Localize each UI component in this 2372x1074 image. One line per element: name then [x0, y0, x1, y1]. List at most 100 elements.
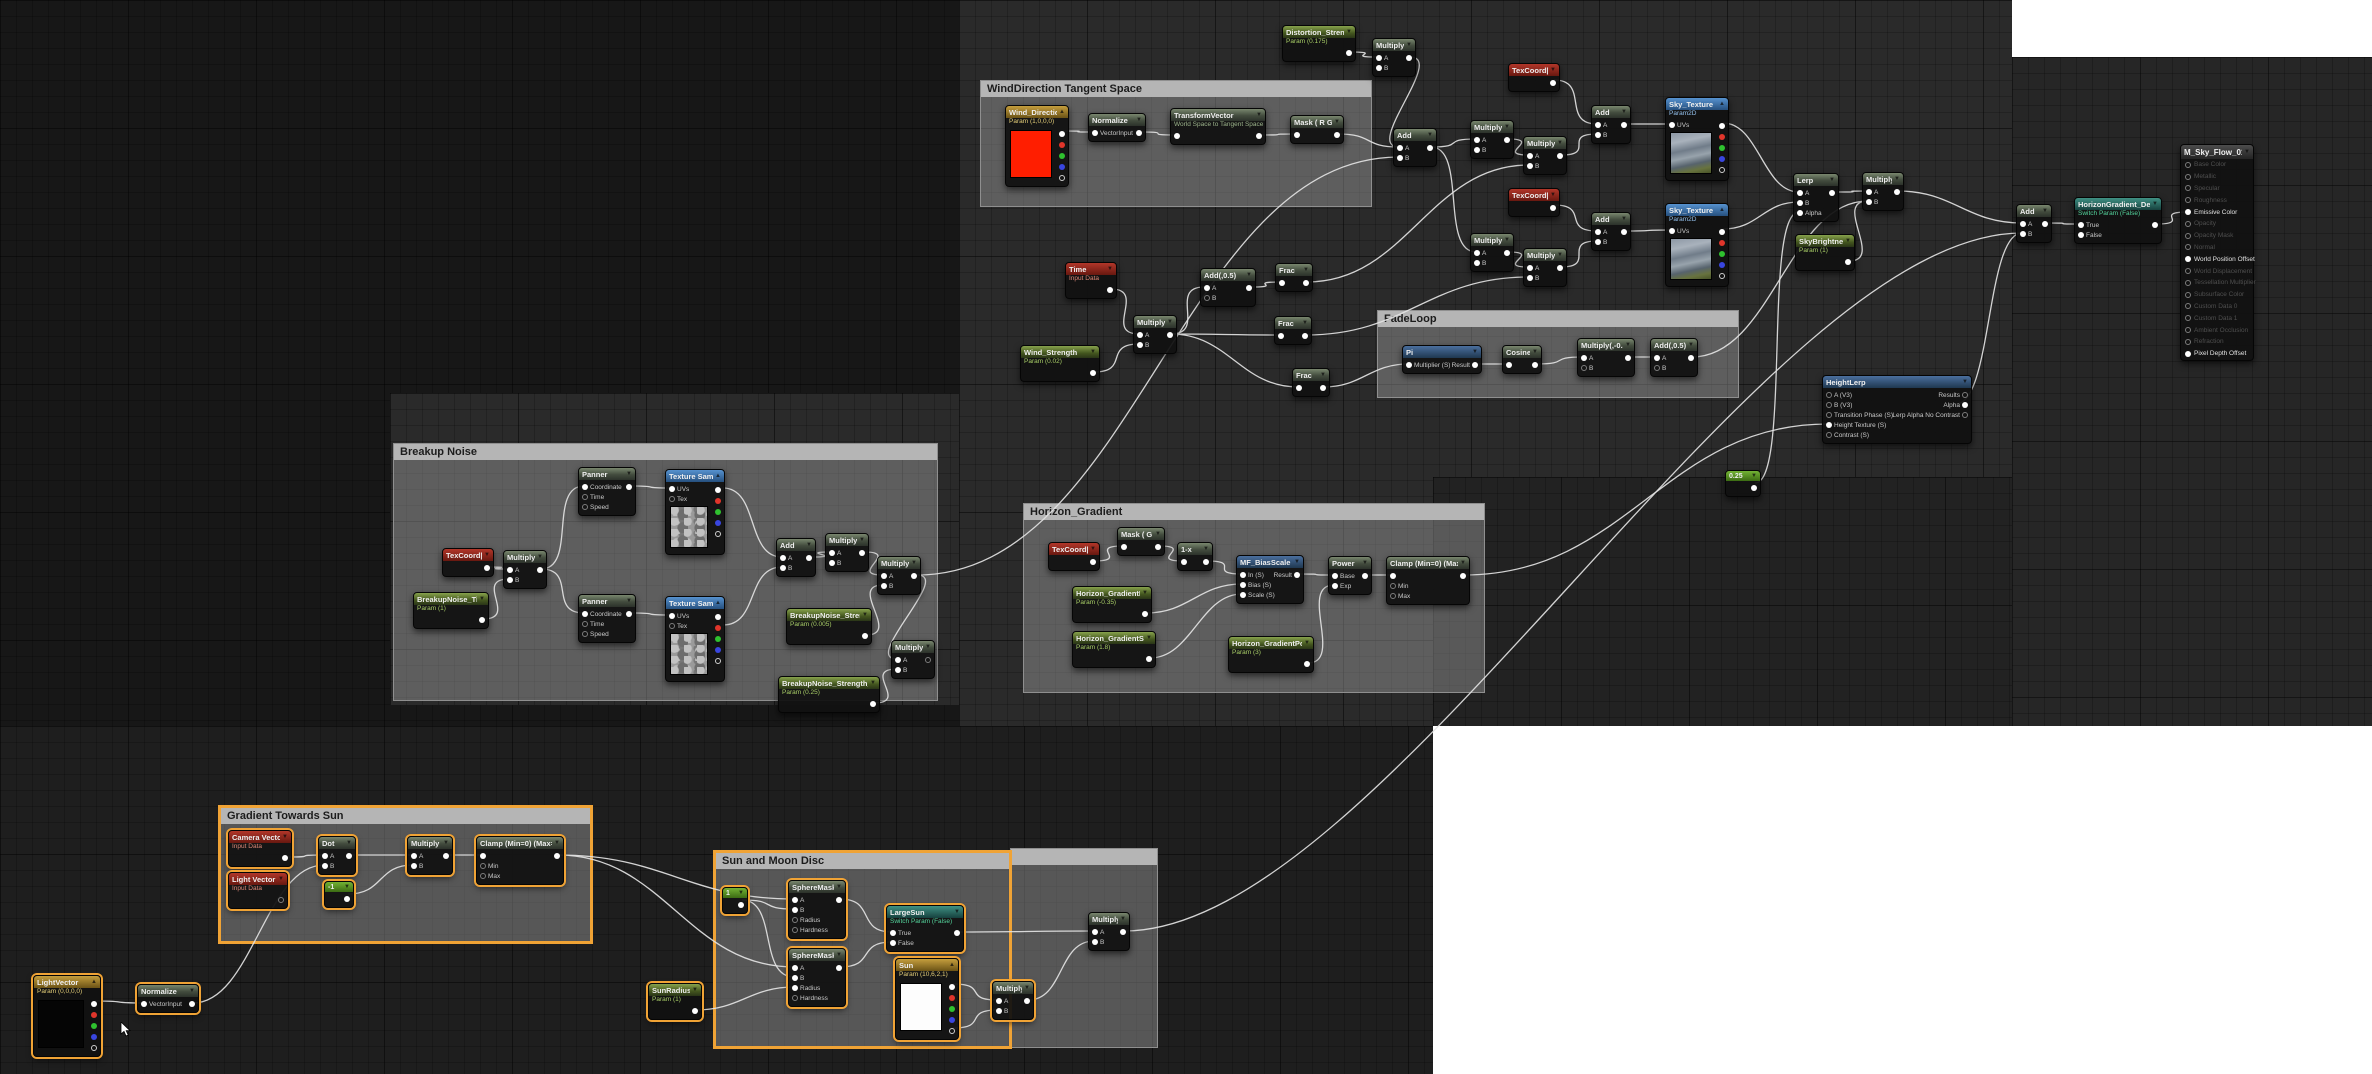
output-pin[interactable]: [836, 897, 842, 903]
node-multiply[interactable]: Multiply▼AB: [1470, 120, 1514, 159]
output-pin[interactable]: [91, 1001, 97, 1007]
input-pin[interactable]: [1474, 147, 1480, 153]
output-pin[interactable]: [715, 636, 721, 642]
input-pin[interactable]: [895, 667, 901, 673]
output-pin[interactable]: [1719, 273, 1725, 279]
output-pin[interactable]: [954, 930, 960, 936]
input-pin[interactable]: [1527, 153, 1533, 159]
input-pin[interactable]: [669, 613, 675, 619]
node-multiply[interactable]: Multiply▼AB: [1523, 248, 1567, 287]
output-pin[interactable]: [1962, 402, 1968, 408]
input-pin[interactable]: [1595, 132, 1601, 138]
output-pin[interactable]: [1320, 385, 1326, 391]
input-pin[interactable]: [1826, 392, 1832, 398]
input-pin[interactable]: [1527, 163, 1533, 169]
output-pin[interactable]: [715, 498, 721, 504]
input-pin[interactable]: [480, 853, 486, 859]
node-frac[interactable]: Frac▼: [1292, 368, 1330, 397]
input-pin[interactable]: [1826, 422, 1832, 428]
node-horizon-gradientscale[interactable]: Horizon_GradientScale▼Param (1.8): [1072, 631, 1156, 668]
input-pin[interactable]: [1174, 133, 1180, 139]
node-m-sky-flow-01[interactable]: M_Sky_Flow_01▼Base ColorMetallicSpecular…: [2180, 144, 2254, 361]
input-pin[interactable]: [669, 486, 675, 492]
output-pin[interactable]: [949, 1017, 955, 1023]
input-pin[interactable]: [1240, 582, 1246, 588]
node-mask-g[interactable]: Mask ( G )▼: [1117, 527, 1165, 556]
output-pin[interactable]: [715, 520, 721, 526]
node-lerp[interactable]: Lerp▼ABAlpha: [1793, 173, 1839, 222]
input-pin[interactable]: [792, 927, 798, 933]
input-pin[interactable]: [1866, 199, 1872, 205]
output-pin[interactable]: [1059, 153, 1065, 159]
node-multiply[interactable]: Multiply▼AB: [1470, 233, 1514, 272]
output-pin[interactable]: [91, 1045, 97, 1051]
input-pin[interactable]: [792, 917, 798, 923]
node-0-25[interactable]: 0.25▼: [1725, 470, 1761, 497]
output-pin[interactable]: [1504, 137, 1510, 143]
node-multiply-0-5[interactable]: Multiply(,-0.5)▼AB: [1577, 338, 1635, 377]
output-pin[interactable]: [1719, 167, 1725, 173]
output-pin[interactable]: [626, 484, 632, 490]
input-pin[interactable]: [1204, 285, 1210, 291]
output-pin[interactable]: [1550, 205, 1556, 211]
input-pin[interactable]: [1204, 295, 1210, 301]
output-pin[interactable]: [1504, 250, 1510, 256]
node-horizon-gradientpower[interactable]: Horizon_GradientPower▼Param (3): [1228, 636, 1314, 673]
input-pin[interactable]: [792, 995, 798, 1001]
output-pin[interactable]: [1304, 661, 1310, 667]
node-largesun[interactable]: LargeSun▼Switch Param (False)TrueFalse: [886, 905, 964, 952]
node-multiply[interactable]: Multiply▼AB: [1372, 38, 1416, 77]
input-pin[interactable]: [1595, 122, 1601, 128]
node-dot[interactable]: Dot▼AB: [318, 836, 356, 875]
output-pin[interactable]: [484, 565, 490, 571]
output-pin[interactable]: [91, 1034, 97, 1040]
input-pin[interactable]: [1390, 593, 1396, 599]
input-pin[interactable]: [1376, 55, 1382, 61]
input-pin[interactable]: [780, 565, 786, 571]
input-pin[interactable]: [411, 863, 417, 869]
node-clamp-min-0-max-1[interactable]: Clamp (Min=0) (Max=1)▼MinMax: [476, 836, 564, 885]
input-pin[interactable]: [1121, 544, 1127, 550]
output-pin[interactable]: [715, 658, 721, 664]
output-pin[interactable]: [1719, 240, 1725, 246]
output-pin[interactable]: [1962, 412, 1968, 418]
node-frac[interactable]: Frac▼: [1275, 263, 1313, 292]
input-pin[interactable]: [322, 863, 328, 869]
input-pin[interactable]: [1376, 65, 1382, 71]
input-pin[interactable]: [996, 1008, 1002, 1014]
input-pin[interactable]: [1181, 559, 1187, 565]
output-pin[interactable]: [1719, 251, 1725, 257]
node-1[interactable]: 1▼: [722, 887, 748, 914]
input-pin[interactable]: [2185, 315, 2191, 321]
output-pin[interactable]: [1024, 998, 1030, 1004]
node-sky-texture[interactable]: Sky_Texture▲Param2DUVs: [1665, 203, 1729, 287]
output-pin[interactable]: [715, 509, 721, 515]
output-pin[interactable]: [715, 487, 721, 493]
node-heightlerp[interactable]: HeightLerp▼A (V3)B (V3)Transition Phase …: [1822, 375, 1972, 444]
node-mf-biasscale[interactable]: MF_BiasScale▼In (S)Bias (S)Scale (S)Resu…: [1236, 555, 1304, 604]
node-lightvector[interactable]: LightVector▲Param (0,0,0,0): [33, 975, 101, 1057]
input-pin[interactable]: [1294, 132, 1300, 138]
output-pin[interactable]: [1362, 573, 1368, 579]
input-pin[interactable]: [322, 853, 328, 859]
output-pin[interactable]: [1303, 280, 1309, 286]
input-pin[interactable]: [2185, 221, 2191, 227]
node-multiply[interactable]: Multiply▼AB: [992, 981, 1034, 1020]
input-pin[interactable]: [2185, 292, 2191, 298]
node-horizongradient-debug[interactable]: HorizonGradient_Debug▼Switch Param (Fals…: [2074, 197, 2162, 244]
input-pin[interactable]: [2185, 174, 2191, 180]
input-pin[interactable]: [1527, 275, 1533, 281]
node-power[interactable]: Power▼BaseExp: [1328, 556, 1372, 595]
output-pin[interactable]: [738, 902, 744, 908]
input-pin[interactable]: [792, 965, 798, 971]
node-breakupnoise-strength[interactable]: BreakupNoise_Strength▼Param (0.005): [786, 608, 872, 645]
node-sunradius[interactable]: SunRadius▼Param (1): [648, 983, 702, 1020]
output-pin[interactable]: [1557, 265, 1563, 271]
input-pin[interactable]: [1397, 155, 1403, 161]
node-add[interactable]: Add▼AB: [2016, 204, 2052, 243]
input-pin[interactable]: [1279, 280, 1285, 286]
output-pin[interactable]: [1621, 122, 1627, 128]
node-normalize[interactable]: Normalize▼VectorInput: [1088, 113, 1146, 142]
input-pin[interactable]: [480, 873, 486, 879]
node-cosine[interactable]: Cosine▼: [1502, 345, 1542, 374]
